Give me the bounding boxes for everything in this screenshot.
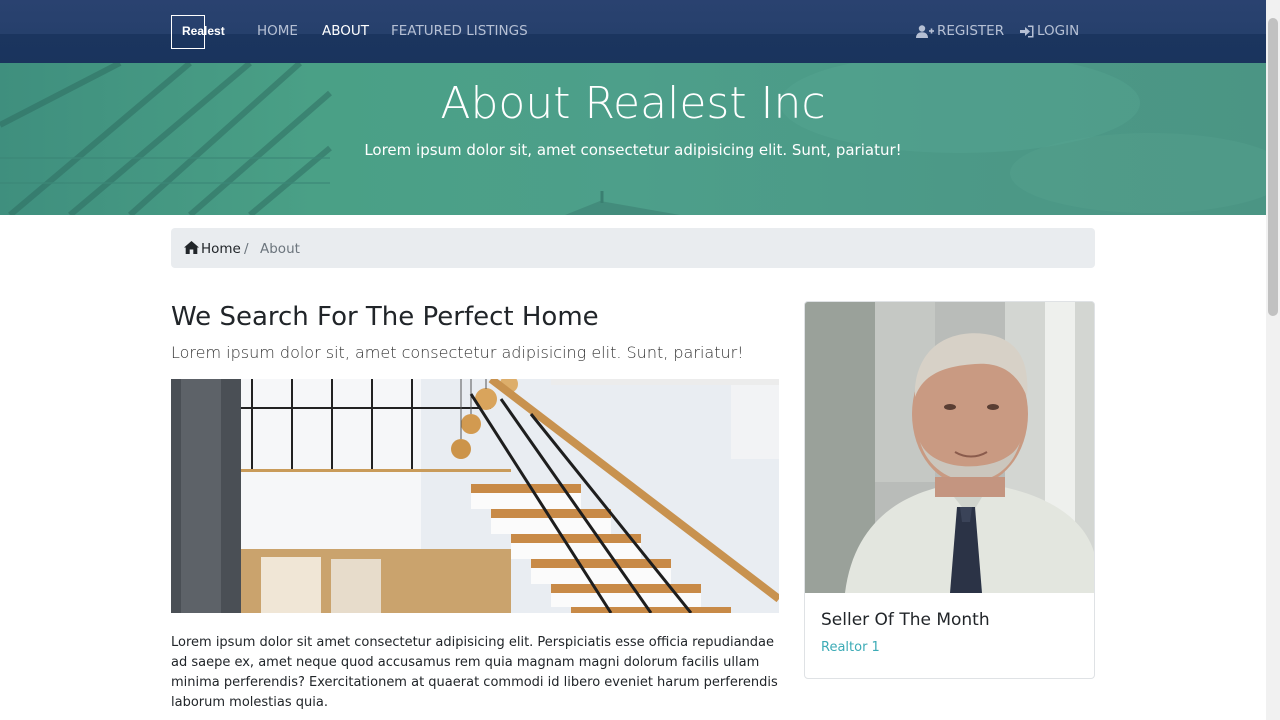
staircase-image: [171, 379, 779, 613]
hero-subtitle: Lorem ipsum dolor sit, amet consectetur …: [364, 141, 902, 159]
seller-photo: [805, 302, 1094, 593]
login-link[interactable]: LOGIN: [1020, 23, 1079, 39]
about-paragraph: Lorem ipsum dolor sit amet consectetur a…: [171, 635, 778, 710]
register-link[interactable]: REGISTER: [916, 23, 1004, 39]
breadcrumb: [171, 228, 1095, 268]
card-title: Seller Of The Month: [821, 610, 990, 630]
register-label: REGISTER: [937, 23, 1005, 39]
breadcrumb-separator: /: [244, 241, 249, 257]
card-subtitle[interactable]: Realtor 1: [821, 640, 880, 655]
user-plus-icon: [916, 24, 934, 38]
seller-card: Seller Of The Month Realtor 1: [804, 301, 1095, 679]
nav-link-about[interactable]: ABOUT: [322, 23, 369, 39]
breadcrumb-home-link[interactable]: Home: [184, 241, 241, 257]
hero-title: About Realest Inc: [440, 78, 826, 129]
home-icon: [184, 241, 199, 254]
lead-text: Lorem ipsum dolor sit, amet consectetur …: [171, 343, 744, 362]
hero-banner: About Realest Inc Lorem ipsum dolor sit,…: [0, 63, 1266, 215]
breadcrumb-home-label: Home: [201, 241, 241, 257]
logo-text[interactable]: Realest: [182, 24, 225, 38]
login-label: LOGIN: [1037, 23, 1080, 39]
nav-link-featured-listings[interactable]: FEATURED LISTINGS: [391, 23, 528, 39]
nav-link-home[interactable]: HOME: [257, 23, 298, 39]
page-heading: We Search For The Perfect Home: [171, 302, 599, 332]
breadcrumb-current: About: [260, 241, 300, 257]
sign-in-icon: [1020, 25, 1034, 37]
scrollbar-thumb[interactable]: [1268, 18, 1278, 316]
